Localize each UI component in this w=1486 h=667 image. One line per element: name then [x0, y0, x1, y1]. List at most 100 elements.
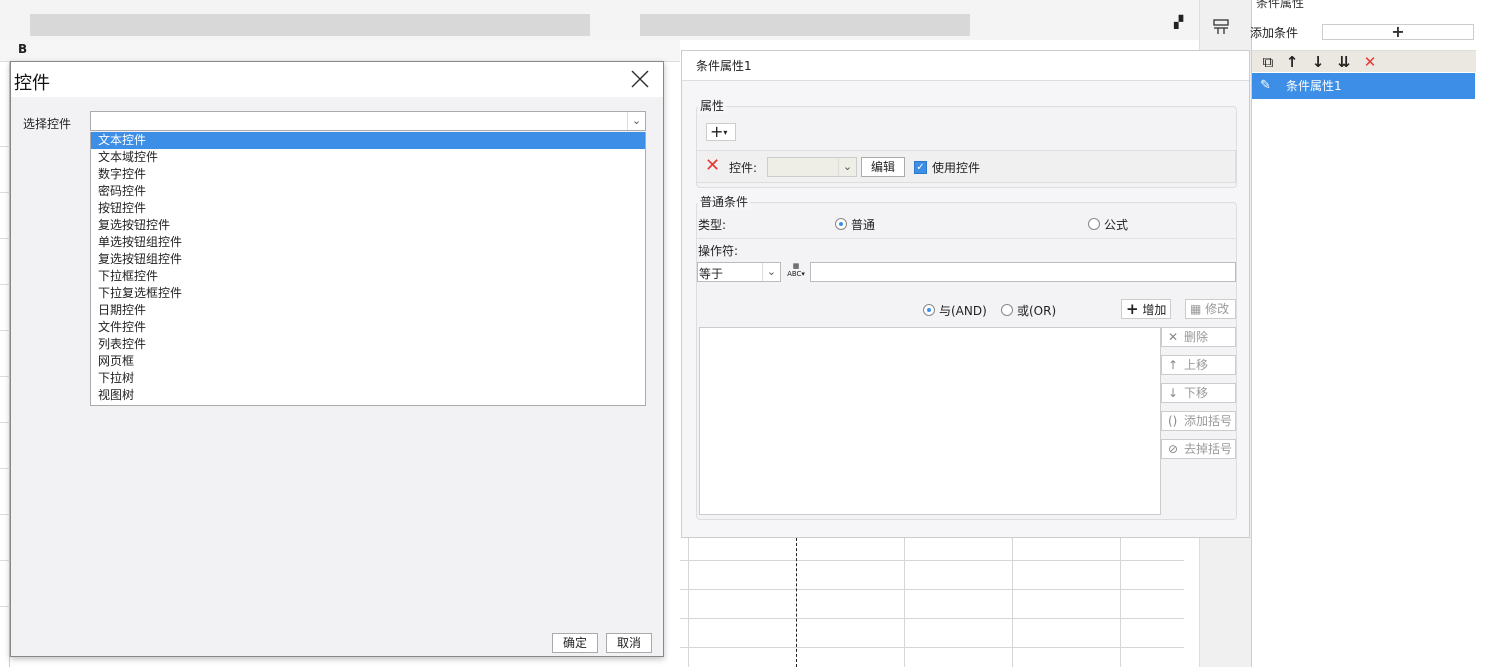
condition-list-panel: [1251, 0, 1486, 667]
remove-property-icon[interactable]: ✕: [705, 155, 720, 176]
modify-icon: ▦: [1190, 302, 1202, 316]
add-condition-label: 添加条件: [1250, 26, 1299, 40]
plus-icon: +: [1126, 300, 1139, 318]
remove-bracket-label: 去掉括号: [1184, 442, 1233, 456]
divider: [696, 238, 1237, 239]
delete-icon[interactable]: ✕: [1360, 53, 1380, 71]
move-down-button[interactable]: ↓ 下移: [1161, 383, 1236, 403]
operator-combo[interactable]: 等于 ⌄: [697, 262, 781, 282]
type-normal-radio[interactable]: [835, 218, 847, 230]
dropdown-option[interactable]: 单选按钮组控件: [91, 234, 645, 251]
dropdown-option[interactable]: 下拉树: [91, 370, 645, 387]
dropdown-option[interactable]: 复选按钮控件: [91, 217, 645, 234]
pencil-icon: ✎: [1260, 78, 1271, 93]
condition-properties-panel: 条件属性1 属性 +▾ ✕ 控件: ⌄ 编辑 ✓ 使用控件 普通条件 类型: 普…: [681, 50, 1250, 538]
move-down-icon[interactable]: ↓: [1308, 53, 1328, 71]
condition-list-item[interactable]: ✎ 条件属性1: [1252, 73, 1475, 99]
normal-condition-label: 普通条件: [698, 193, 751, 210]
widget-property-row: ✕ 控件: ⌄ 编辑 ✓ 使用控件: [696, 150, 1236, 183]
or-label: 或(OR): [1017, 304, 1057, 318]
move-up-icon[interactable]: ↑: [1282, 53, 1302, 71]
widget-label: 控件:: [729, 161, 758, 175]
condition-list-area[interactable]: [699, 327, 1161, 515]
copy-icon[interactable]: ⧉: [1258, 53, 1278, 71]
chevron-down-icon: ⌄: [762, 263, 780, 281]
dialog-title-bar: [11, 62, 663, 97]
operand-input[interactable]: [810, 262, 1236, 282]
move-down-label: 下移: [1184, 386, 1209, 400]
dropdown-option[interactable]: 文本域控件: [91, 149, 645, 166]
condition-title: 条件属性1: [696, 59, 752, 73]
use-widget-checkbox[interactable]: ✓: [914, 161, 927, 174]
use-widget-label: 使用控件: [932, 161, 981, 175]
dropdown-option[interactable]: 列表控件: [91, 336, 645, 353]
spreadsheet-grid[interactable]: [680, 538, 1184, 667]
format-painter-icon[interactable]: ▞: [1174, 15, 1183, 29]
type-formula-label: 公式: [1104, 218, 1129, 232]
type-normal-label: 普通: [851, 218, 876, 232]
formula-abc-icon[interactable]: ▦ ABC▾: [786, 262, 806, 282]
add-property-button[interactable]: +▾: [706, 123, 736, 141]
chevron-down-icon: ⌄: [838, 158, 856, 176]
dropdown-option[interactable]: 下拉复选框控件: [91, 285, 645, 302]
remove-bracket-button[interactable]: ⊘ 去掉括号: [1161, 439, 1236, 459]
layout-icon[interactable]: [1212, 18, 1230, 36]
type-formula-radio[interactable]: [1088, 218, 1100, 230]
background-top-bar: ▞: [0, 0, 1200, 40]
properties-group-label: 属性: [698, 97, 727, 114]
add-condition-button[interactable]: +: [1322, 24, 1474, 40]
condition-toolbar: ⧉ ↑ ↓ ⇊ ✕: [1252, 50, 1476, 72]
control-select[interactable]: ⌄: [90, 111, 646, 131]
chevron-down-icon: ⌄: [627, 112, 645, 130]
control-dropdown-list: 文本控件 文本域控件 数字控件 密码控件 按钮控件 复选按钮控件 单选按钮组控件 复选按钮组控…: [90, 132, 646, 406]
modify-button-label: 修改: [1205, 302, 1230, 316]
dialog-title: 控件: [14, 73, 50, 94]
control-dialog: 控件 选择控件 ⌄ 文本控件 文本域控件 数字控件 密码控件 按钮控件 复选按钮控件 单选按…: [10, 61, 664, 657]
add-button-label: 增加: [1142, 303, 1167, 317]
background-format-toolbar: B: [0, 40, 680, 62]
dropdown-option[interactable]: 日期控件: [91, 302, 645, 319]
dropdown-option[interactable]: 视图树: [91, 387, 645, 404]
modify-button[interactable]: ▦ 修改: [1185, 299, 1236, 319]
arrow-down-icon: ↓: [1168, 386, 1179, 400]
remove-bracket-icon: ⊘: [1168, 442, 1179, 456]
operator-value: 等于: [699, 267, 724, 281]
or-radio[interactable]: [1001, 304, 1013, 316]
dropdown-option[interactable]: 网页框: [91, 353, 645, 370]
close-icon: ✕: [1168, 330, 1179, 344]
ok-button[interactable]: 确定: [552, 633, 599, 653]
dropdown-option[interactable]: 文件控件: [91, 319, 645, 336]
delete-button[interactable]: ✕ 删除: [1161, 327, 1236, 347]
dropdown-option[interactable]: 下拉框控件: [91, 268, 645, 285]
page-break-line: [796, 538, 797, 667]
arrow-up-icon: ↑: [1168, 358, 1179, 372]
dropdown-option[interactable]: 密码控件: [91, 183, 645, 200]
dropdown-option[interactable]: 按钮控件: [91, 200, 645, 217]
plus-icon: +: [710, 122, 724, 141]
widget-combo[interactable]: ⌄: [767, 157, 857, 177]
edit-button[interactable]: 编辑: [861, 157, 905, 177]
add-bracket-button[interactable]: () 添加括号: [1161, 411, 1236, 431]
cancel-button[interactable]: 取消: [606, 633, 653, 653]
bracket-icon: (): [1168, 414, 1178, 428]
spreadsheet-row-header: [0, 62, 10, 667]
move-up-button[interactable]: ↑ 上移: [1161, 355, 1236, 375]
condition-title-bar: 条件属性1: [682, 51, 1249, 81]
delete-button-label: 删除: [1184, 330, 1209, 344]
bold-icon[interactable]: B: [18, 42, 27, 56]
add-button[interactable]: + 增加: [1121, 299, 1171, 319]
dropdown-option[interactable]: 文本控件: [91, 132, 645, 149]
close-icon[interactable]: [629, 68, 651, 90]
select-control-label: 选择控件: [23, 117, 72, 131]
caret-down-icon: ▾: [723, 128, 728, 137]
and-radio[interactable]: [923, 304, 935, 316]
dropdown-option[interactable]: 复选按钮组控件: [91, 251, 645, 268]
dropdown-option[interactable]: 数字控件: [91, 166, 645, 183]
blurred-toolbar: [640, 14, 970, 36]
move-bottom-icon[interactable]: ⇊: [1334, 53, 1354, 71]
condition-item-label: 条件属性1: [1286, 79, 1342, 93]
and-label: 与(AND): [939, 304, 987, 318]
move-up-label: 上移: [1184, 358, 1209, 372]
add-bracket-label: 添加括号: [1184, 414, 1233, 428]
condition-panel-header: 条件属性: [1256, 0, 1305, 10]
